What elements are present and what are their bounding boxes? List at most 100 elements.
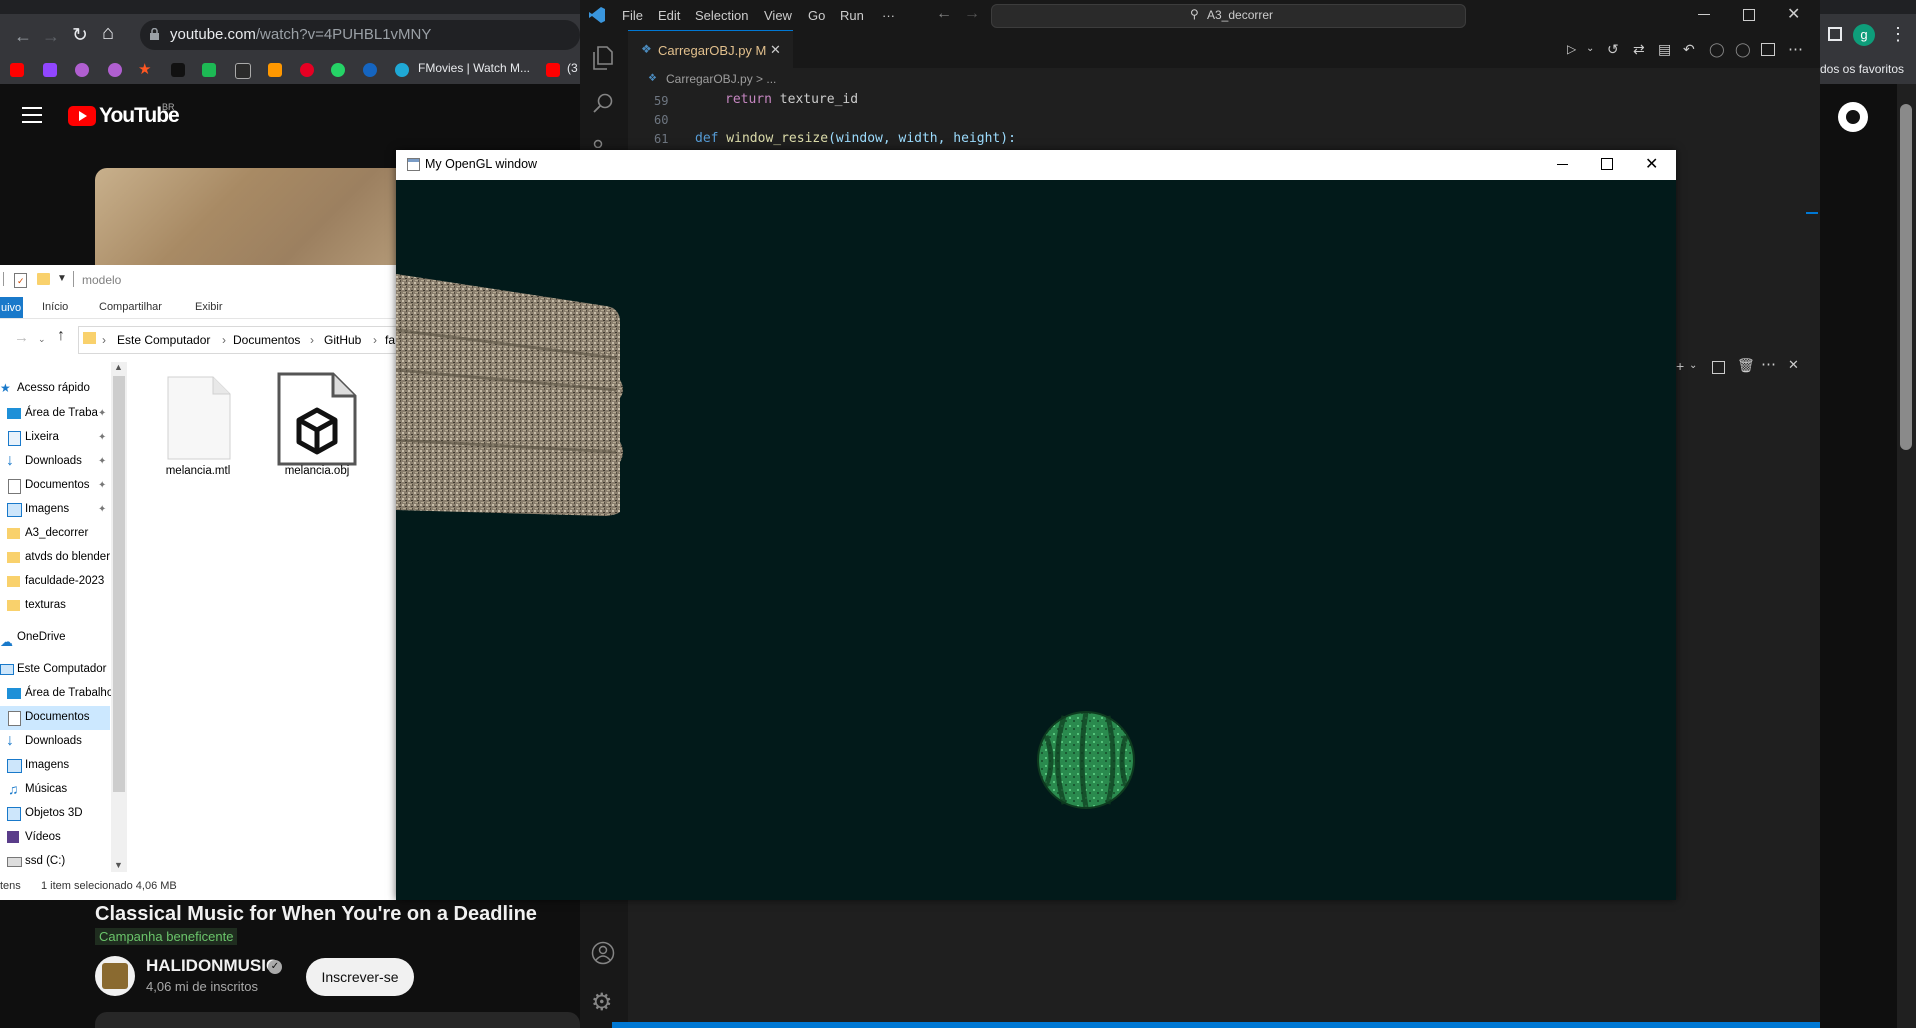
run-dropdown-icon[interactable]: ⌄ <box>1586 43 1594 54</box>
search-view-icon[interactable] <box>592 92 614 114</box>
nav-pc-videos[interactable]: Vídeos <box>0 826 110 850</box>
new-terminal-icon[interactable]: + <box>1676 358 1684 374</box>
prev-change-icon[interactable]: ◯ <box>1709 41 1725 58</box>
terminal-dropdown-icon[interactable]: ⌄ <box>1689 360 1697 371</box>
more-actions-icon[interactable]: ⋯ <box>1788 40 1803 58</box>
menu-view[interactable]: View <box>764 8 792 23</box>
next-change-icon[interactable]: ◯ <box>1735 41 1751 58</box>
channel-name[interactable]: HALIDONMUSIC <box>146 956 278 976</box>
revert-icon[interactable]: ↶ <box>1683 41 1695 58</box>
bookmark-icon[interactable] <box>108 63 122 77</box>
maximize-icon[interactable] <box>1601 158 1613 170</box>
bookmark-icon[interactable] <box>268 63 282 77</box>
nav-pc-pictures[interactable]: Imagens <box>0 754 110 778</box>
ribbon-tab-share[interactable]: Compartilhar <box>99 301 162 313</box>
minimize-icon[interactable] <box>1698 14 1710 15</box>
forward-icon[interactable]: → <box>14 329 29 346</box>
open-changes-icon[interactable]: ▤ <box>1658 41 1671 58</box>
bookmark-youtube[interactable]: (3 <box>567 61 578 75</box>
ribbon-tab-view[interactable]: Exibir <box>195 301 223 313</box>
code-line-59[interactable]: return texture_id <box>725 92 858 107</box>
nav-back-icon[interactable]: ← <box>936 5 952 23</box>
new-folder-icon[interactable] <box>37 273 50 285</box>
subscribe-button[interactable]: Inscrever-se <box>306 958 414 996</box>
nav-this-pc[interactable]: Este Computador <box>17 663 107 675</box>
trash-icon[interactable]: 🗑 <box>1737 357 1755 374</box>
opengl-titlebar[interactable] <box>396 150 1676 180</box>
home-icon[interactable]: ⌂ <box>102 22 114 45</box>
fmovies-bookmark-icon[interactable] <box>395 63 409 77</box>
breadcrumb-github[interactable]: GitHub <box>324 333 361 347</box>
campaign-badge[interactable]: Campanha beneficente <box>95 928 238 945</box>
user-avatar[interactable] <box>1838 102 1868 132</box>
up-icon[interactable]: ↑ <box>57 327 65 345</box>
source-control-icon[interactable] <box>592 138 614 148</box>
menu-run[interactable]: Run <box>840 8 864 23</box>
bookmark-icon[interactable] <box>171 63 185 77</box>
bookmark-icon[interactable] <box>363 63 377 77</box>
menu-more[interactable]: ··· <box>882 8 895 23</box>
split-editor-icon[interactable] <box>1761 43 1775 56</box>
star-bookmark-icon[interactable]: ★ <box>138 60 151 78</box>
maximize-icon[interactable] <box>1743 9 1755 21</box>
menu-selection[interactable]: Selection <box>695 8 748 23</box>
menu-icon[interactable] <box>22 107 42 123</box>
file-item-obj[interactable]: melancia.obj <box>262 372 372 484</box>
youtube-bookmark-icon[interactable] <box>10 63 24 77</box>
nav-item-desktop[interactable]: Área de Traba <box>0 402 110 426</box>
breadcrumb-folder[interactable]: fa <box>385 333 395 347</box>
url-text[interactable]: youtube.com/watch?v=4PUHBL1vMNY <box>170 26 431 43</box>
explorer-icon[interactable] <box>592 46 614 70</box>
chrome-menu-icon[interactable]: ⋮ <box>1889 24 1907 45</box>
youtube-logo-icon[interactable] <box>68 106 96 126</box>
youtube-bookmark-icon[interactable] <box>546 63 560 77</box>
side-panel-icon[interactable] <box>1828 27 1842 41</box>
all-bookmarks[interactable]: dos os favoritos <box>1820 62 1904 76</box>
nav-scrollbar-thumb[interactable] <box>113 376 125 792</box>
nav-item-downloads[interactable]: ↓ Downloads <box>0 450 110 474</box>
nav-item-faculdade[interactable]: faculdade-2023 <box>0 570 110 594</box>
video-player[interactable] <box>95 168 400 268</box>
menu-go[interactable]: Go <box>808 8 825 23</box>
close-panel-icon[interactable]: ✕ <box>1788 357 1799 373</box>
forward-icon[interactable]: → <box>42 26 60 47</box>
recent-locations-icon[interactable]: ⌄ <box>38 334 46 345</box>
close-icon[interactable]: ✕ <box>1645 154 1658 174</box>
opengl-canvas[interactable] <box>396 180 1676 900</box>
nav-onedrive[interactable]: OneDrive <box>17 631 66 643</box>
nav-item-atvds-blender[interactable]: atvds do blender <box>0 546 110 570</box>
bookmark-icon[interactable] <box>75 63 89 77</box>
breadcrumb-documents[interactable]: Documentos <box>233 333 300 347</box>
customize-qat-icon[interactable]: ▼ <box>57 273 67 284</box>
reload-icon[interactable]: ↻ <box>72 24 88 47</box>
nav-pc-desktop[interactable]: Área de Trabalho <box>0 682 113 706</box>
nav-pc-documents[interactable]: Documentos <box>0 706 110 730</box>
file-item-mtl[interactable]: melancia.mtl <box>143 372 253 484</box>
bookmark-icon[interactable] <box>202 63 216 77</box>
channel-avatar[interactable] <box>95 956 135 996</box>
nav-item-trash[interactable]: Lixeira <box>0 426 110 450</box>
close-icon[interactable]: ✕ <box>1787 4 1800 24</box>
scroll-up-icon[interactable]: ▲ <box>114 362 123 372</box>
nav-item-pictures[interactable]: Imagens <box>0 498 110 522</box>
bookmark-fmovies[interactable]: FMovies | Watch M... <box>418 61 530 75</box>
timeline-icon[interactable]: ↺ <box>1607 41 1619 58</box>
page-scrollbar-thumb[interactable] <box>1900 104 1912 450</box>
accounts-icon[interactable] <box>591 941 615 965</box>
nav-pc-drive-c[interactable]: ssd (C:) <box>0 850 110 874</box>
nav-item-texturas[interactable]: texturas <box>0 594 110 618</box>
bookmark-icon[interactable] <box>235 63 251 79</box>
ribbon-tab-home[interactable]: Início <box>42 301 68 313</box>
whatsapp-bookmark-icon[interactable] <box>331 63 345 77</box>
scroll-down-icon[interactable]: ▼ <box>114 860 123 870</box>
pinterest-bookmark-icon[interactable] <box>300 63 314 77</box>
breadcrumb-this-pc[interactable]: Este Computador <box>117 333 210 347</box>
tab-close-icon[interactable]: ✕ <box>770 42 781 58</box>
nav-forward-icon[interactable]: → <box>964 5 980 23</box>
ribbon-tab-file[interactable]: uivo <box>0 297 23 319</box>
run-icon[interactable]: ▷ <box>1567 42 1576 56</box>
twitch-bookmark-icon[interactable] <box>43 63 57 77</box>
breadcrumb[interactable]: CarregarOBJ.py > ... <box>666 72 776 86</box>
nav-pc-3d-objects[interactable]: Objetos 3D <box>0 802 110 826</box>
tab-label[interactable]: CarregarOBJ.py M <box>658 43 766 58</box>
